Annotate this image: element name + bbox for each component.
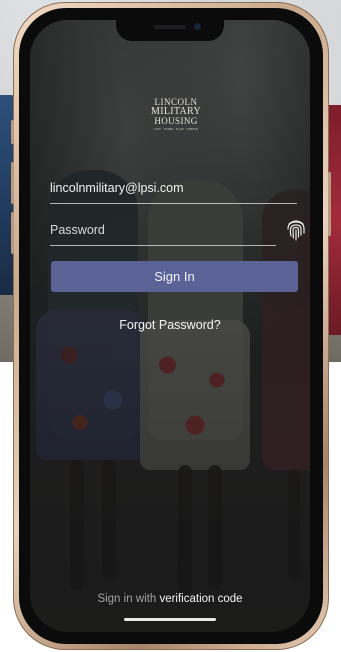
- fingerprint-icon[interactable]: [285, 218, 307, 242]
- forgot-password-link[interactable]: Forgot Password?: [30, 318, 310, 332]
- phone-side-button: [11, 120, 14, 144]
- email-underline: [50, 203, 297, 204]
- lincoln-military-housing-logo: LINCOLN MILITARY HOUSING LIVE · WORK · P…: [140, 98, 212, 132]
- phone-notch: [116, 20, 224, 41]
- verification-prefix: Sign in with: [97, 593, 157, 605]
- home-indicator[interactable]: [124, 618, 216, 621]
- email-field[interactable]: lincolnmilitary@lpsi.com: [50, 178, 297, 204]
- phone-frame: LINCOLN MILITARY HOUSING LIVE · WORK · P…: [11, 2, 331, 650]
- speaker-grille: [154, 25, 186, 29]
- logo-tagline: LIVE · WORK · PLAY · THRIVE: [153, 127, 199, 131]
- front-camera: [194, 23, 201, 30]
- verification-code-signin[interactable]: Sign in with verification code: [30, 593, 310, 605]
- phone-volume-up-button: [11, 162, 14, 204]
- app-screen: LINCOLN MILITARY HOUSING LIVE · WORK · P…: [30, 20, 310, 632]
- verification-code-link[interactable]: verification code: [159, 593, 242, 605]
- logo-line-3: HOUSING: [154, 116, 198, 126]
- phone-volume-down-button: [11, 212, 14, 254]
- password-underline: [50, 245, 276, 246]
- password-placeholder: Password: [50, 223, 105, 237]
- password-field[interactable]: Password: [50, 220, 276, 246]
- email-value: lincolnmilitary@lpsi.com: [50, 181, 184, 195]
- sign-in-button[interactable]: Sign In: [51, 261, 298, 292]
- phone-power-button: [328, 172, 331, 236]
